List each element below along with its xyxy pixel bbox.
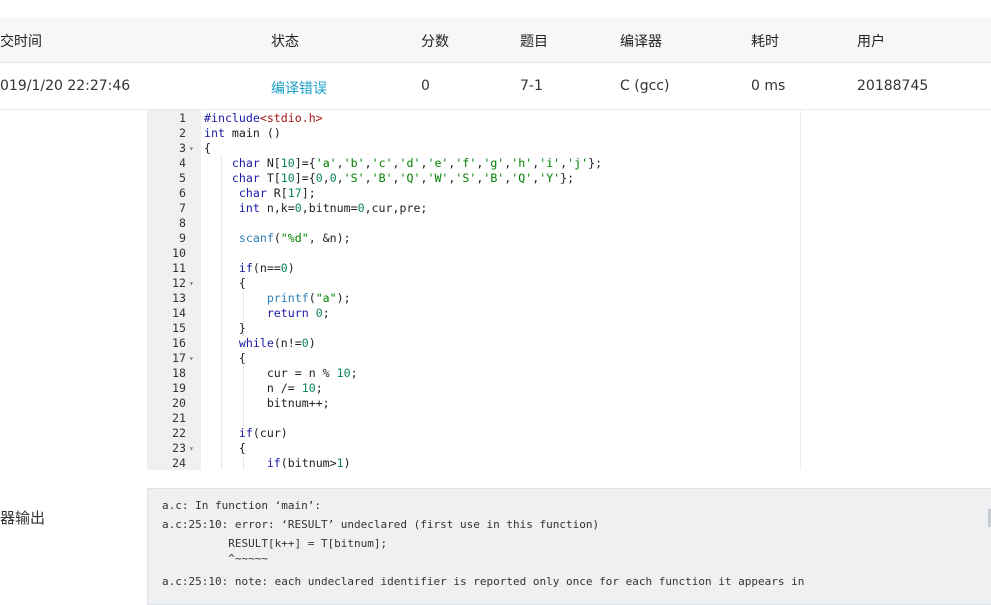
code-text: char T[10]={0,0,'S','B','Q','W','S','B',… (231, 171, 575, 185)
line-number: 18 (172, 366, 186, 380)
code-line: 9 scanf("%d", &n); (147, 231, 800, 246)
code-line: 8 (147, 216, 800, 231)
compiler-output-line: RESULT[k++] = T[bitnum]; (162, 537, 388, 550)
fold-toggle-icon[interactable]: ▾ (189, 276, 194, 291)
code-text: if(bitnum>1) (266, 456, 351, 470)
code-line: 15 } (147, 321, 800, 336)
compiler-output-line: ^~~~~~ (162, 552, 268, 565)
compiler-output-label: 器输出 (0, 509, 46, 527)
code-line: 4 char N[10]={'a','b','c','d','e','f','g… (147, 156, 800, 171)
submit-time-cell: 019/1/20 22:27:46 (0, 78, 131, 94)
code-text: int main () (204, 126, 281, 140)
score-cell: 0 (421, 78, 430, 94)
col-compiler-header: 编译器 (620, 34, 662, 50)
compiler-output-panel[interactable]: a.c: In function ‘main’: a.c:25:10: error… (147, 488, 991, 605)
code-text: printf("a"); (266, 291, 351, 305)
col-score-header: 分数 (421, 34, 449, 50)
line-number: 19 (172, 381, 186, 395)
code-text: if(n==0) (238, 261, 295, 275)
code-line: 16 while(n!=0) (147, 336, 800, 351)
compiler-output-line: a.c:25:10: note: each undeclared identif… (162, 575, 805, 588)
line-number: 17 (172, 351, 186, 365)
code-text: { (204, 351, 246, 365)
line-number: 23 (172, 441, 186, 455)
code-text: int n,k=0,bitnum=0,cur,pre; (238, 201, 428, 215)
code-line: 6 char R[17]; (147, 186, 800, 201)
line-number: 2 (179, 126, 186, 140)
compiler-cell: C (gcc) (620, 78, 670, 94)
line-number: 9 (179, 231, 186, 245)
code-line: 18 cur = n % 10; (147, 366, 800, 381)
col-user-header: 用户 (857, 34, 885, 50)
code-line: 24 if(bitnum>1) (147, 456, 800, 470)
code-text: char N[10]={'a','b','c','d','e','f','g',… (231, 156, 603, 170)
line-number: 1 (179, 111, 186, 125)
time-cell: 0 ms (751, 78, 786, 94)
problem-cell: 7-1 (520, 78, 543, 94)
code-line: 5 char T[10]={0,0,'S','B','Q','W','S','B… (147, 171, 800, 186)
code-line: 3 ▾ { (147, 141, 800, 156)
indent-guide (243, 456, 244, 470)
code-text: scanf("%d", &n); (238, 231, 351, 245)
user-cell: 20188745 (857, 78, 929, 94)
line-number: 4 (179, 156, 186, 170)
code-text: { (204, 441, 246, 455)
line-number: 20 (172, 396, 186, 410)
indent-guide (221, 156, 222, 470)
code-text: cur = n % 10; (204, 366, 358, 380)
line-number: 24 (172, 456, 186, 470)
code-line: 19 n /= 10; (147, 381, 800, 396)
line-number: 15 (172, 321, 186, 335)
line-number: 3 (179, 141, 186, 155)
indent-guide (243, 366, 244, 426)
line-number: 16 (172, 336, 186, 350)
code-text: } (204, 321, 246, 335)
code-line: 21 (147, 411, 800, 426)
line-number: 8 (179, 216, 186, 230)
source-code-viewer[interactable]: 1 #include<stdio.h> 2 int main () 3 ▾{4 char … (147, 110, 801, 470)
line-number: 12 (172, 276, 186, 290)
code-line: 14 return 0; (147, 306, 800, 321)
code-text: return 0; (266, 306, 330, 320)
code-line: 23 ▾ { (147, 441, 800, 456)
col-submit-time-header: 交时间 (0, 34, 42, 50)
line-number: 11 (172, 261, 186, 275)
code-text: { (204, 141, 211, 155)
line-number: 6 (179, 186, 186, 200)
code-line: 20 bitnum++; (147, 396, 800, 411)
code-text: bitnum++; (204, 396, 330, 410)
fold-toggle-icon[interactable]: ▾ (189, 441, 194, 456)
code-text: if(cur) (238, 426, 288, 440)
code-line: 2 int main () (147, 126, 800, 141)
line-number: 21 (172, 411, 186, 425)
fold-toggle-icon[interactable]: ▾ (189, 141, 194, 156)
col-problem-header: 题目 (520, 34, 548, 50)
line-number: 10 (172, 246, 186, 260)
compiler-output-line: a.c: In function ‘main’: (162, 499, 321, 512)
table-header: 交时间 状态 分数 题目 编译器 耗时 用户 (0, 18, 991, 63)
line-number: 5 (179, 171, 186, 185)
status-link[interactable]: 编译错误 (271, 78, 327, 98)
code-text: { (204, 276, 246, 290)
col-time-header: 耗时 (751, 34, 779, 50)
code-line: 12 ▾ { (147, 276, 800, 291)
compiler-output-line: a.c:25:10: error: ‘RESULT’ undeclared (f… (162, 518, 600, 531)
table-row: 019/1/20 22:27:46 编译错误 0 7-1 C (gcc) 0 m… (0, 63, 991, 110)
code-line: 11 if(n==0) (147, 261, 800, 276)
code-line: 7 int n,k=0,bitnum=0,cur,pre; (147, 201, 800, 216)
line-number: 22 (172, 426, 186, 440)
code-line: 22 if(cur) (147, 426, 800, 441)
col-status-header: 状态 (271, 34, 299, 50)
code-line: 1 #include<stdio.h> (147, 111, 800, 126)
code-line: 10 (147, 246, 800, 261)
code-line: 13 printf("a"); (147, 291, 800, 306)
fold-toggle-icon[interactable]: ▾ (189, 351, 194, 366)
code-text: #include<stdio.h> (204, 111, 323, 125)
indent-guide (243, 291, 244, 336)
line-number: 13 (172, 291, 186, 305)
code-line: 17 ▾ { (147, 351, 800, 366)
line-number: 7 (179, 201, 186, 215)
line-number: 14 (172, 306, 186, 320)
